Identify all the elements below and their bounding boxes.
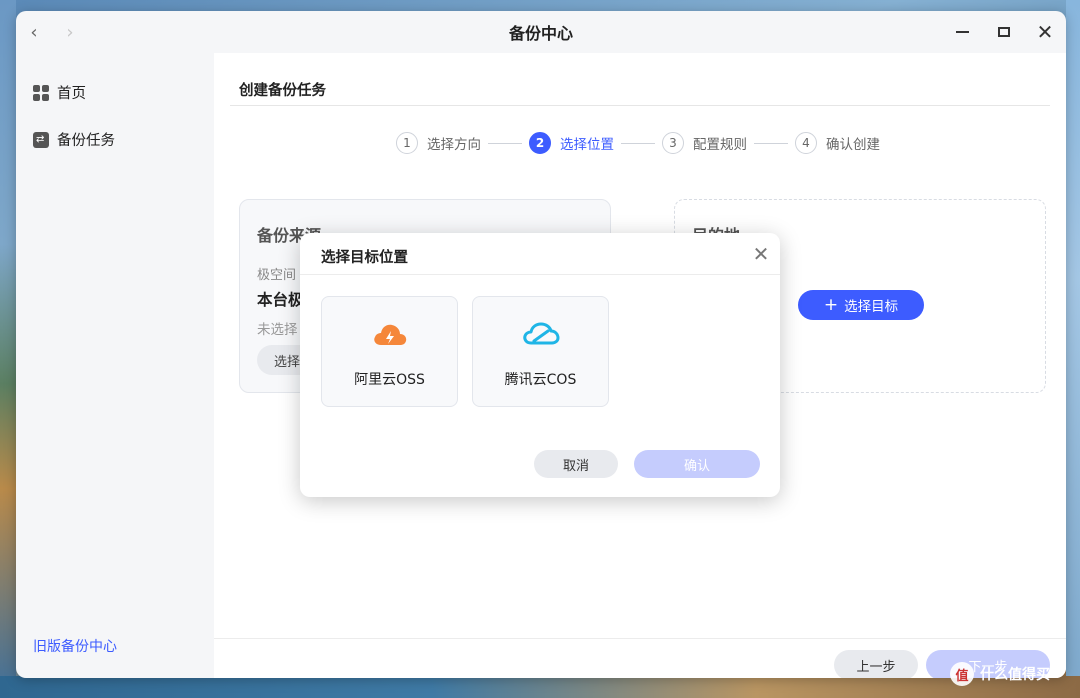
tencent-cloud-icon [523, 322, 560, 345]
dialog-title: 选择目标位置 [321, 250, 408, 266]
modal-layer: 选择目标位置 ✕ 阿里云OSS 腾讯云COS 取消 确认 [0, 0, 1080, 698]
option-label: 阿里云OSS [354, 372, 425, 388]
option-label: 腾讯云COS [504, 372, 577, 388]
watermark-text: 什么值得买 [980, 667, 1050, 683]
option-aliyun-oss[interactable]: 阿里云OSS [321, 296, 458, 407]
confirm-button[interactable]: 确认 [634, 450, 760, 478]
option-tencent-cos[interactable]: 腾讯云COS [472, 296, 609, 407]
aliyun-cloud-icon [374, 324, 407, 345]
divider [300, 274, 780, 275]
dialog-close-icon[interactable]: ✕ [750, 243, 772, 265]
watermark: 值 什么值得买 [950, 662, 1050, 686]
watermark-logo-icon: 值 [950, 662, 974, 686]
cancel-button[interactable]: 取消 [534, 450, 618, 478]
select-target-dialog: 选择目标位置 ✕ 阿里云OSS 腾讯云COS 取消 确认 [300, 233, 780, 497]
